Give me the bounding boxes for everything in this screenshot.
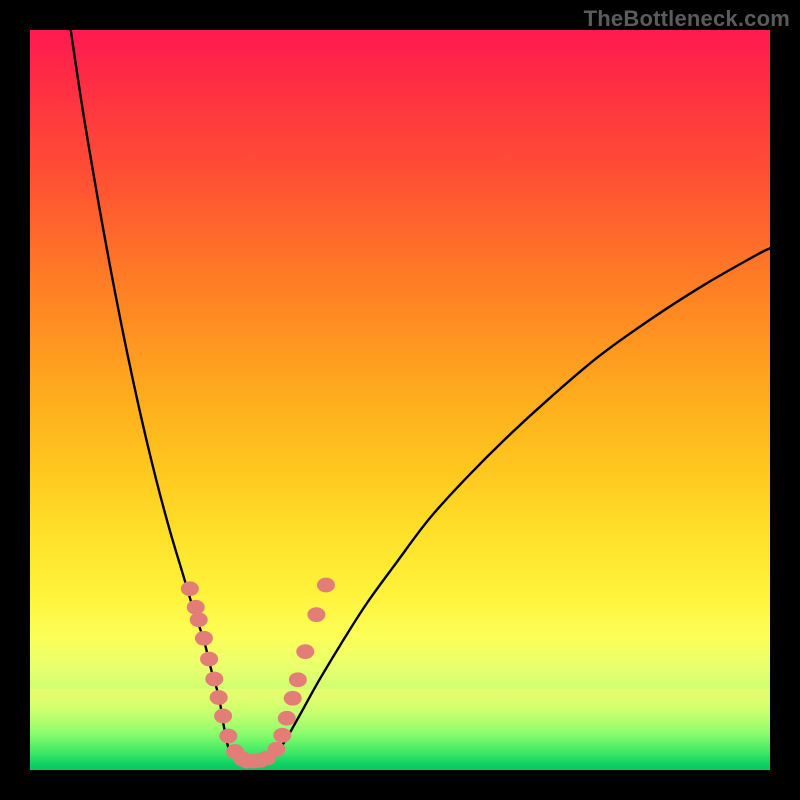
data-marker: [251, 753, 269, 768]
data-marker: [317, 578, 335, 593]
data-marker: [214, 709, 232, 724]
data-marker: [219, 729, 237, 744]
data-marker: [238, 754, 256, 769]
data-marker: [200, 652, 218, 667]
data-marker: [284, 691, 302, 706]
data-marker: [210, 690, 228, 705]
bottleneck-curve: [71, 30, 770, 763]
watermark-text: TheBottleneck.com: [584, 6, 790, 32]
curve-layer: [30, 30, 770, 770]
data-marker: [226, 744, 244, 759]
bottom-highlight-band: [30, 689, 770, 770]
data-marker: [233, 752, 251, 767]
data-marker: [205, 672, 223, 687]
data-marker: [273, 728, 291, 743]
plot-area: 0 100 0 100 line: [30, 30, 770, 770]
data-marker: [278, 711, 296, 726]
data-marker: [296, 644, 314, 659]
data-marker: [190, 612, 208, 627]
data-marker: [181, 581, 199, 596]
data-marker: [195, 631, 213, 646]
data-marker: [258, 751, 276, 766]
marker-group: [181, 578, 335, 769]
data-marker: [245, 754, 263, 769]
chart-frame: TheBottleneck.com 0 100 0 100 line: [0, 0, 800, 800]
data-marker: [267, 742, 285, 757]
data-marker: [289, 672, 307, 687]
data-marker: [187, 600, 205, 615]
data-marker: [307, 607, 325, 622]
